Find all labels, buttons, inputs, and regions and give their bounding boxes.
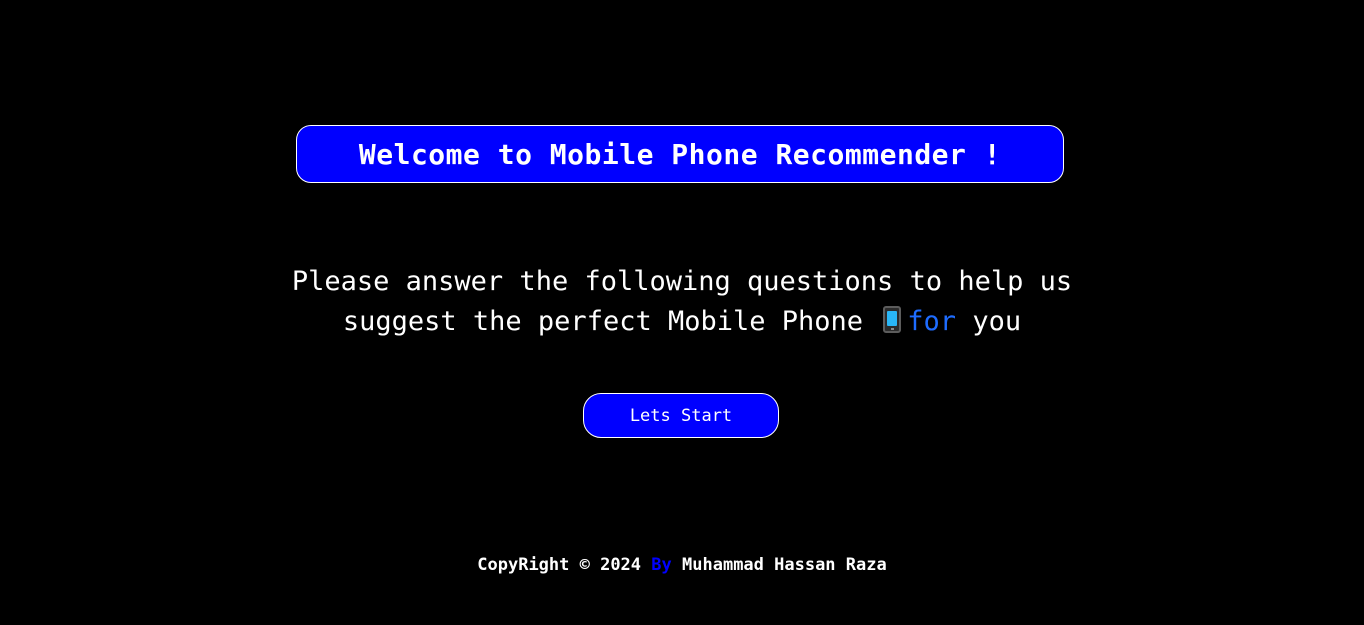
copyright-text: CopyRight © 2024 xyxy=(477,555,642,575)
mobile-phone-icon xyxy=(883,306,902,333)
page-title: Welcome to Mobile Phone Recommender ! xyxy=(358,137,1002,171)
intro-text: Please answer the following questions to… xyxy=(232,262,1132,342)
footer: CopyRight © 2024 By Muhammad Hassan Raza xyxy=(282,555,1082,575)
welcome-banner: Welcome to Mobile Phone Recommender ! xyxy=(296,125,1064,183)
highlight-word: for xyxy=(907,306,957,337)
author-name: Muhammad Hassan Raza xyxy=(682,555,887,575)
intro-line-2-end: you xyxy=(972,306,1022,337)
intro-line-2-start: suggest the perfect Mobile Phone xyxy=(342,306,864,337)
lets-start-button[interactable]: Lets Start xyxy=(583,393,779,438)
intro-line-1: Please answer the following questions to… xyxy=(291,266,1073,297)
intro-line-2: suggest the perfect Mobile Phone for you xyxy=(232,302,1132,342)
footer-by: By xyxy=(651,555,672,575)
